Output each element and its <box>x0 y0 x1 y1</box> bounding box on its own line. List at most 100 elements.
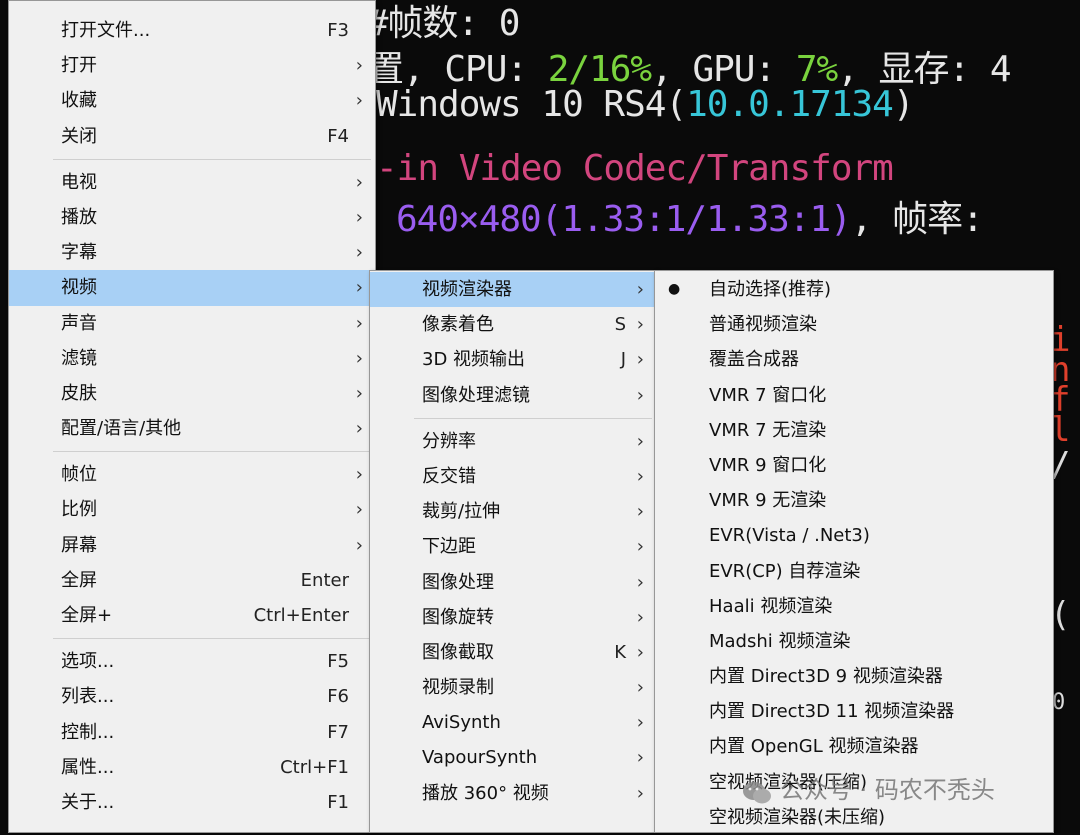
menu-item-label: 屏幕 <box>61 534 97 556</box>
chevron-right-icon: › <box>636 279 644 300</box>
osd-codec-text: -in Video Codec/Transform <box>376 148 894 189</box>
menu-item-label: EVR(Vista / .Net3) <box>709 525 870 547</box>
menu-item-2[interactable]: 覆盖合成器 <box>655 342 1053 377</box>
watermark: 公众号 · 码农不秃头 <box>742 770 1062 810</box>
menu-item-opengl[interactable]: 内置 OpenGL 视频渲染器 <box>655 729 1053 764</box>
menu-item-6[interactable]: 播放 › <box>9 200 375 235</box>
chevron-right-icon: › <box>636 606 644 628</box>
menu-item-evr-cp[interactable]: EVR(CP) 自荐渲染 <box>655 554 1053 589</box>
menu-item-24[interactable]: 关于... F1 <box>9 785 375 820</box>
osd-os-prefix: Windows 10 RS4( <box>376 84 687 125</box>
menu-separator <box>9 154 375 165</box>
menu-item-6[interactable]: 反交错 › <box>370 459 656 494</box>
menu-item-direct3d-9[interactable]: 内置 Direct3D 9 视频渲染器 <box>655 659 1053 694</box>
menu-item-label: 反交错 <box>422 465 476 487</box>
menu-item-vapoursynth[interactable]: VapourSynth › <box>370 740 656 775</box>
menu-item-0[interactable]: ● 自动选择(推荐) <box>655 272 1053 307</box>
menu-item-2[interactable]: 收藏 › <box>9 83 375 118</box>
chevron-right-icon: › <box>636 641 644 663</box>
chevron-right-icon: › <box>636 314 644 336</box>
menu-item-madshi[interactable]: Madshi 视频渲染 <box>655 624 1053 659</box>
menu-item-11[interactable]: 皮肤 › <box>9 376 375 411</box>
menu-item-label: 属性... <box>61 756 115 778</box>
chevron-right-icon: › <box>636 465 644 487</box>
menu-item-label: 视频 <box>61 277 97 299</box>
menu-item-label: EVR(CP) 自荐渲染 <box>709 560 861 582</box>
menu-item-label: 比例 <box>61 499 97 521</box>
menu-item-12[interactable]: 视频录制 › <box>370 670 656 705</box>
chevron-right-icon: › <box>636 677 644 699</box>
chevron-right-icon: › <box>636 384 644 406</box>
menu-item-17[interactable]: 全屏 Enter <box>9 563 375 598</box>
menu-item-9[interactable]: 声音 › <box>9 306 375 341</box>
menu-item-20[interactable]: 选项... F5 <box>9 644 375 679</box>
chevron-right-icon: › <box>355 277 363 299</box>
menu-item-7[interactable]: 裁剪/拉伸 › <box>370 494 656 529</box>
menu-item-label: 配置/语言/其他 <box>61 418 182 440</box>
chevron-right-icon: › <box>636 536 644 558</box>
osd-resolution-line: 640×480(1.33:1/1.33:1), 帧率: <box>396 190 984 242</box>
menu-item-evr-vista-net3[interactable]: EVR(Vista / .Net3) <box>655 518 1053 553</box>
menu-item-vmr-7[interactable]: VMR 7 窗口化 <box>655 378 1053 413</box>
menu-item-3[interactable]: 关闭 F4 <box>9 119 375 154</box>
menu-item-8[interactable]: 下边距 › <box>370 529 656 564</box>
menu-item-8[interactable]: 视频 › <box>9 270 375 306</box>
menu-item-haali[interactable]: Haali 视频渲染 <box>655 589 1053 624</box>
menu-item-11[interactable]: 图像截取 K › <box>370 635 656 670</box>
menu-item-avisynth[interactable]: AviSynth › <box>370 705 656 740</box>
menu-item-21[interactable]: 列表... F6 <box>9 679 375 714</box>
menu-item-label: 下边距 <box>422 536 476 558</box>
osd-os-suffix: ) <box>892 84 915 125</box>
osd-os-version: 10.0.17134 <box>686 84 894 125</box>
osd-codec-line: -in Video Codec/Transform <box>376 148 894 189</box>
chevron-right-icon: › <box>636 501 644 523</box>
menu-item-label: 关于... <box>61 791 115 813</box>
menu-item-direct3d-11[interactable]: 内置 Direct3D 11 视频渲染器 <box>655 694 1053 729</box>
menu-item-shortcut: F5 <box>327 651 349 673</box>
chevron-right-icon: › <box>355 55 363 77</box>
menu-item-label: 关闭 <box>61 125 97 147</box>
menu-item-label: VMR 9 窗口化 <box>709 454 827 476</box>
bullet-icon: ● <box>668 281 681 297</box>
menu-item-shortcut: K <box>614 641 626 663</box>
menu-item-vmr-7[interactable]: VMR 7 无渲染 <box>655 413 1053 448</box>
menu-item-1[interactable]: 普通视频渲染 <box>655 307 1053 342</box>
menu-item-label: 像素着色 <box>422 314 494 336</box>
menu-item-12[interactable]: 配置/语言/其他 › <box>9 411 375 446</box>
wechat-icon <box>742 778 772 804</box>
chevron-right-icon: › <box>355 534 363 556</box>
chevron-right-icon: › <box>355 242 363 264</box>
menu-item-label: 帧位 <box>61 464 97 486</box>
menu-item-0[interactable]: 打开文件... F3 <box>9 13 375 48</box>
menu-item-15[interactable]: 比例 › <box>9 492 375 527</box>
menu-item-label: VMR 7 无渲染 <box>709 419 827 441</box>
menu-item-5[interactable]: 电视 › <box>9 165 375 200</box>
menu-item-10[interactable]: 图像旋转 › <box>370 600 656 635</box>
menu-item-22[interactable]: 控制... F7 <box>9 715 375 750</box>
menu-separator <box>9 633 375 644</box>
menu-item-23[interactable]: 属性... Ctrl+F1 <box>9 750 375 785</box>
menu-item-vmr-9[interactable]: VMR 9 无渲染 <box>655 483 1053 518</box>
menu-item-5[interactable]: 分辨率 › <box>370 424 656 459</box>
video-submenu: 视频渲染器 › 像素着色 S › 3D 视频输出 J › 图像处理滤镜 › 分辨率 › 反交错 › 裁剪/拉… <box>369 270 657 833</box>
chevron-right-icon: › <box>355 418 363 440</box>
menu-item-3d[interactable]: 3D 视频输出 J › <box>370 342 656 377</box>
menu-item-9[interactable]: 图像处理 › <box>370 565 656 600</box>
chevron-right-icon: › <box>355 347 363 369</box>
menu-item-shortcut: F4 <box>327 125 349 147</box>
menu-item-shortcut: F3 <box>327 20 349 41</box>
menu-item-0[interactable]: 视频渲染器 › <box>370 272 656 308</box>
menu-item-1[interactable]: 打开 › <box>9 48 375 83</box>
menu-item-shortcut: F1 <box>327 791 349 813</box>
chevron-right-icon: › <box>355 171 363 193</box>
menu-item-label: 视频渲染器 <box>422 279 512 300</box>
menu-item-14[interactable]: 帧位 › <box>9 457 375 492</box>
menu-item-10[interactable]: 滤镜 › <box>9 341 375 376</box>
menu-item-360[interactable]: 播放 360° 视频 › <box>370 776 656 811</box>
menu-item-3[interactable]: 图像处理滤镜 › <box>370 378 656 413</box>
menu-item-1[interactable]: 像素着色 S › <box>370 307 656 342</box>
menu-item-7[interactable]: 字幕 › <box>9 235 375 270</box>
menu-item-18[interactable]: 全屏+ Ctrl+Enter <box>9 598 375 633</box>
menu-item-vmr-9[interactable]: VMR 9 窗口化 <box>655 448 1053 483</box>
menu-item-16[interactable]: 屏幕 › <box>9 528 375 563</box>
